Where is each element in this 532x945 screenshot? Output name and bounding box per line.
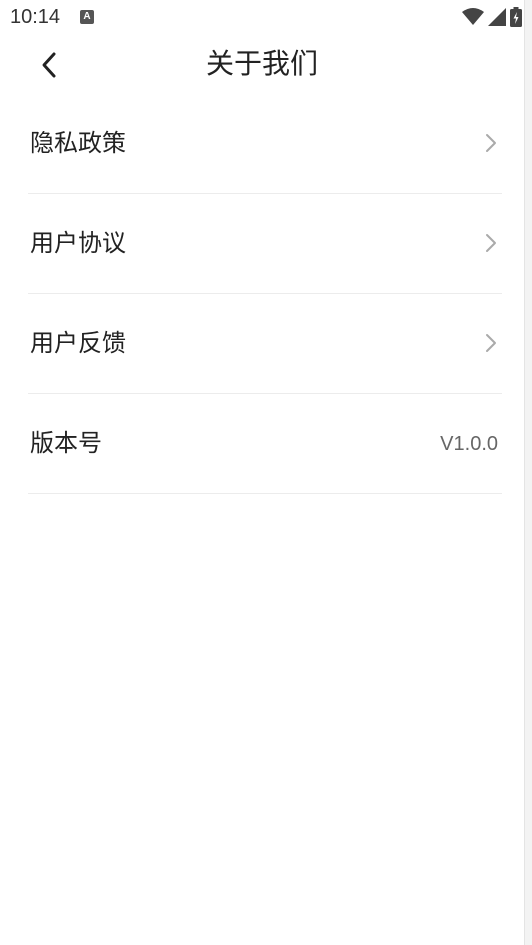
menu-item-privacy-policy[interactable]: 隐私政策 [28,94,502,194]
menu-item-user-agreement[interactable]: 用户协议 [28,194,502,294]
menu-item-label: 隐私政策 [30,129,126,157]
app-screen: 10:14 A 关于我们 隐私政策 用户协议 用户反馈 版本号 V1.0.0 [0,0,524,945]
menu-item-label: 用户协议 [30,229,126,257]
status-bar: 10:14 A [0,0,524,36]
chevron-right-icon [486,334,496,352]
header: 关于我们 [0,36,524,94]
chevron-right-icon [486,234,496,252]
menu-list: 隐私政策 用户协议 用户反馈 版本号 V1.0.0 [0,94,524,494]
version-number: V1.0.0 [440,433,498,455]
menu-item-user-feedback[interactable]: 用户反馈 [28,294,502,394]
notification-icon: A [80,10,94,24]
menu-item-label: 用户反馈 [30,329,126,357]
status-icons [462,7,522,27]
menu-item-version: 版本号 V1.0.0 [28,394,502,494]
wifi-icon [462,8,484,25]
chevron-right-icon [486,134,496,152]
screen-edge [524,0,532,945]
page-title: 关于我们 [205,47,318,80]
status-time: 10:14 [10,6,61,28]
menu-item-label: 版本号 [30,429,102,457]
cellular-signal-icon [488,8,506,26]
battery-icon [510,7,522,27]
